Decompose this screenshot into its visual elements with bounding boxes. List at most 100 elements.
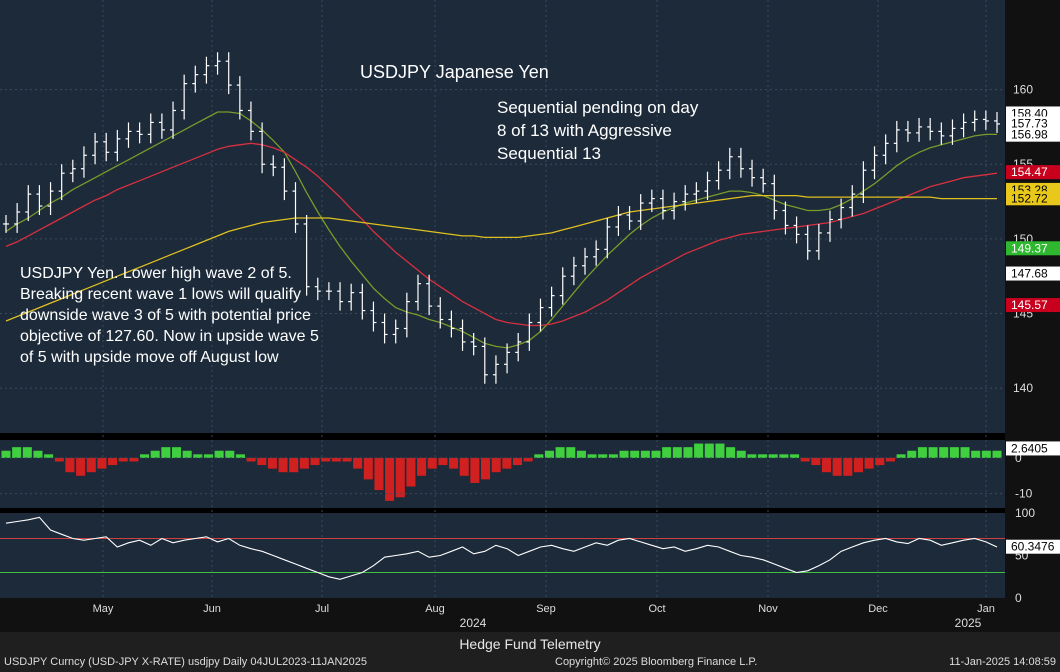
histogram-bar — [374, 457, 384, 491]
histogram-bar — [704, 443, 714, 458]
histogram-bar — [310, 457, 320, 466]
sequential-note-line: 8 of 13 with Aggressive — [497, 121, 672, 140]
histogram-bar — [449, 457, 459, 469]
histogram-bar — [129, 457, 139, 462]
histogram-bar — [353, 457, 363, 469]
histogram-bar — [747, 454, 757, 458]
wave-note-line: USDJPY Yen. Lower high wave 2 of 5. — [20, 265, 292, 282]
histogram-tick-label: -10 — [1015, 487, 1033, 501]
price-label-value: 147.68 — [1011, 267, 1048, 281]
price-label: 145.57 — [1006, 298, 1060, 313]
histogram-bar — [118, 457, 128, 462]
histogram-bar — [171, 447, 182, 458]
histogram-bar — [576, 450, 586, 458]
histogram-bar — [203, 454, 213, 458]
histogram-bar — [33, 450, 43, 458]
price-label: 149.37 — [1006, 241, 1060, 256]
histogram-bar — [555, 447, 565, 458]
histogram-bar — [182, 450, 192, 458]
histogram-last-label: 2.6405 — [1006, 441, 1060, 456]
histogram-bar — [427, 457, 437, 469]
histogram-bar — [267, 457, 277, 469]
histogram-bar — [363, 457, 373, 480]
month-tick-label: Jan — [977, 603, 995, 615]
histogram-bar — [512, 457, 523, 466]
histogram-bar — [992, 450, 1002, 458]
histogram-bar — [54, 457, 64, 462]
histogram-bar — [790, 454, 800, 458]
histogram-bar — [161, 447, 171, 458]
histogram-bar — [395, 457, 405, 498]
histogram-bar — [981, 450, 991, 458]
histogram-bar — [875, 457, 885, 466]
sequential-note-line: Sequential 13 — [497, 144, 601, 163]
price-label-value: 154.47 — [1011, 165, 1048, 179]
histogram-bar — [917, 447, 927, 458]
histogram-bar — [608, 454, 618, 458]
histogram-bar — [534, 454, 544, 458]
histogram-bar — [939, 447, 949, 458]
rsi-panel — [0, 513, 1005, 598]
histogram-bar — [864, 457, 874, 469]
histogram-bar — [683, 447, 693, 458]
histogram-bar — [214, 450, 224, 458]
histogram-bar — [566, 447, 576, 458]
histogram-bar — [619, 450, 629, 458]
month-tick-label: Sep — [536, 603, 556, 615]
histogram-bar — [491, 457, 501, 473]
histogram-bar — [832, 457, 842, 476]
price-label-value: 152.72 — [1011, 191, 1048, 205]
chart-window: 140 145 150 155 160 May Jun Jul Aug Sep Oct Nov Dec J… — [0, 0, 1060, 672]
histogram-bar — [289, 457, 299, 473]
histogram-bar — [299, 457, 309, 469]
histogram-bar — [225, 450, 235, 458]
histogram-bar — [1, 450, 11, 458]
histogram-bar — [97, 457, 107, 469]
wave-note-line: of 5 with upside move off August low — [20, 349, 279, 366]
histogram-bar — [278, 457, 288, 473]
histogram-bar — [459, 457, 469, 476]
histogram-bar — [587, 454, 597, 458]
price-tick-label: 160 — [1013, 83, 1033, 97]
histogram-bar — [65, 457, 75, 473]
histogram-bar — [949, 447, 959, 458]
month-tick-label: Oct — [648, 603, 665, 615]
wave-note: USDJPY Yen. Lower high wave 2 of 5. Brea… — [20, 263, 380, 368]
price-label-value: 156.98 — [1011, 128, 1048, 142]
histogram-bar — [640, 450, 650, 458]
timestamp: 11-Jan-2025 14:08:59 — [949, 656, 1056, 668]
month-tick-label: Jul — [315, 603, 329, 615]
histogram-bar — [843, 457, 853, 476]
histogram-bar — [896, 454, 906, 458]
histogram-bar — [321, 457, 331, 462]
histogram-bar — [544, 450, 554, 458]
price-label-value: 145.57 — [1011, 298, 1048, 312]
footer-bar: Hedge Fund Telemetry USDJPY Curncy (USD-… — [0, 632, 1060, 672]
histogram-bar — [800, 457, 810, 462]
histogram-bar — [971, 450, 981, 458]
price-label: 156.98 — [1006, 127, 1060, 142]
histogram-bar — [86, 457, 96, 473]
month-tick-label: Aug — [425, 603, 445, 615]
sequential-note-line: Sequential pending on day — [497, 98, 699, 117]
histogram-bar — [885, 457, 895, 462]
wave-note-line: downside wave 3 of 5 with potential pric… — [20, 307, 311, 324]
histogram-bar — [342, 457, 352, 462]
sequential-note: Sequential pending on day 8 of 13 with A… — [497, 96, 757, 165]
price-tick-label: 140 — [1013, 381, 1033, 395]
histogram-bar — [257, 457, 267, 466]
histogram-bar — [853, 457, 864, 473]
histogram-bar — [630, 450, 640, 458]
wave-note-line: Breaking recent wave 1 lows will qualify — [20, 286, 302, 303]
histogram-bar — [523, 457, 533, 462]
wave-note-line: objective of 127.60. Now in upside wave … — [20, 328, 319, 345]
histogram-bar — [246, 457, 256, 462]
histogram-bar — [139, 454, 150, 458]
month-tick-label: Nov — [758, 603, 778, 615]
histogram-bar — [758, 454, 768, 458]
histogram-bar — [598, 454, 608, 458]
histogram-bar — [779, 454, 789, 458]
month-tick-label: Jun — [203, 603, 221, 615]
histogram-bar — [907, 450, 917, 458]
histogram-bar — [406, 457, 416, 487]
